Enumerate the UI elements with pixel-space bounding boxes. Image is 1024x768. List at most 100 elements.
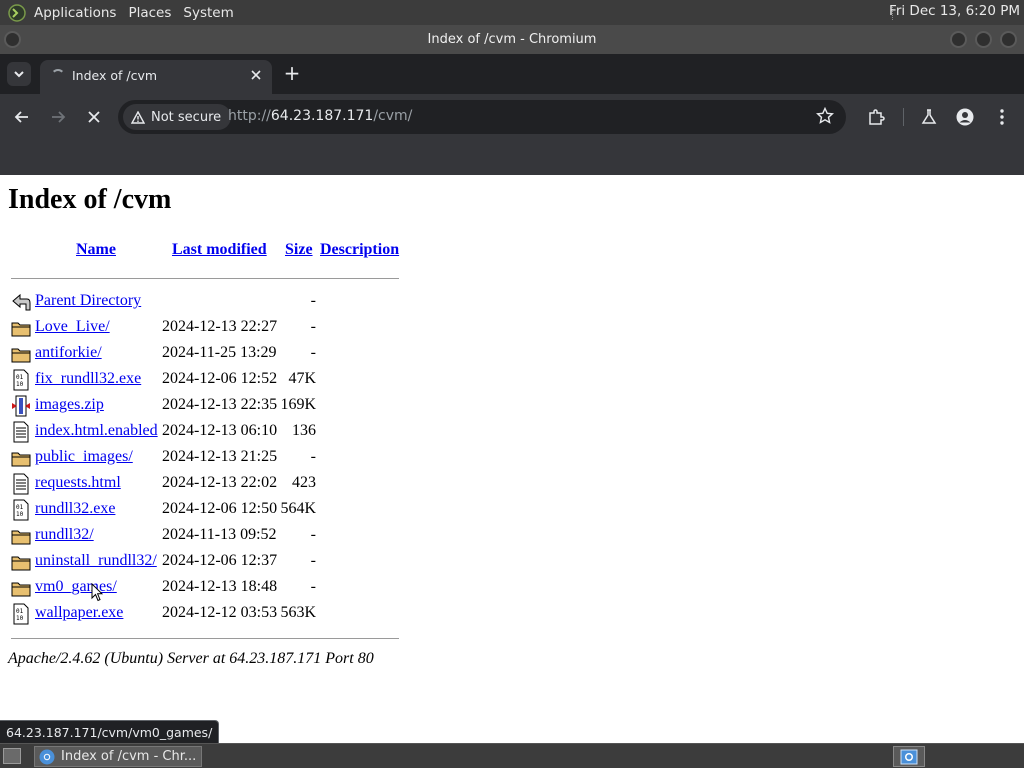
- window-menu-button[interactable]: [4, 31, 21, 48]
- file-size: -: [310, 578, 316, 595]
- svg-text:10: 10: [16, 381, 24, 388]
- chrome-menu-button[interactable]: [990, 105, 1014, 129]
- file-link[interactable]: images.zip: [35, 396, 104, 414]
- folder-icon: [11, 577, 31, 599]
- last-modified: 2024-12-12 03:53: [162, 604, 278, 621]
- labs-button[interactable]: [917, 105, 941, 129]
- mouse-cursor-icon: [91, 583, 103, 602]
- avatar-icon: [956, 108, 974, 126]
- tab-search-button[interactable]: [7, 62, 31, 86]
- tray-chromium-button[interactable]: [893, 746, 925, 767]
- list-item: Love_Live/2024-12-13 22:27 -: [8, 315, 408, 341]
- server-signature: Apache/2.4.62 (Ubuntu) Server at 64.23.1…: [8, 650, 374, 667]
- file-link[interactable]: public_images/: [35, 448, 133, 466]
- last-modified: 2024-12-13 22:27: [162, 318, 278, 335]
- list-item: 01 10 wallpaper.exe 2024-12-12 03:53 563K: [8, 601, 408, 627]
- close-icon: [88, 111, 100, 123]
- list-item: images.zip 2024-12-13 22:35 169K: [8, 393, 408, 419]
- chromium-tray-icon: [900, 749, 918, 764]
- tab-title: Index of /cvm: [72, 68, 158, 83]
- list-item: 01 10 rundll32.exe 2024-12-06 12:50 564K: [8, 497, 408, 523]
- minimize-button[interactable]: [950, 31, 967, 48]
- show-desktop-button[interactable]: [3, 748, 21, 764]
- page-title: Index of /cvm: [8, 184, 172, 215]
- archive-icon: [11, 395, 31, 417]
- back-button[interactable]: [10, 105, 34, 129]
- list-item: vm0_games/2024-12-13 18:48 -: [8, 575, 408, 601]
- file-link[interactable]: fix_rundll32.exe: [35, 370, 141, 388]
- toolbar-separator: [903, 108, 904, 126]
- column-size-header[interactable]: Size: [285, 241, 313, 259]
- forward-button[interactable]: [46, 105, 70, 129]
- file-link[interactable]: antiforkie/: [35, 344, 102, 362]
- page-content: Index of /cvm Name Last modified Size De…: [0, 175, 1024, 743]
- footer-divider: [11, 638, 399, 639]
- list-item: public_images/2024-12-13 21:25 -: [8, 445, 408, 471]
- file-link[interactable]: Parent Directory: [35, 292, 141, 310]
- warning-triangle-icon: [131, 110, 145, 124]
- profile-button[interactable]: [953, 105, 977, 129]
- column-description-header[interactable]: Description: [320, 241, 399, 259]
- text-file-icon: [11, 421, 31, 443]
- back-icon: [11, 291, 31, 313]
- url-host: 64.23.187.171: [270, 108, 374, 124]
- list-item: Parent Directory -: [8, 289, 408, 315]
- file-size: 169K: [280, 396, 316, 413]
- file-link[interactable]: index.html.enabled: [35, 422, 158, 440]
- arrow-right-icon: [52, 111, 66, 123]
- loading-spinner-icon: [51, 69, 65, 83]
- last-modified: 2024-12-13 22:35: [162, 396, 278, 413]
- binary-icon: 01 10: [11, 499, 31, 521]
- bookmarks-bar: [0, 140, 1024, 175]
- last-modified: 2024-12-06 12:37: [162, 552, 278, 569]
- new-tab-button[interactable]: +: [282, 63, 302, 84]
- file-size: 47K: [288, 370, 316, 387]
- file-size: -: [310, 318, 316, 335]
- bottom-taskbar: Index of /cvm - Chr...: [0, 743, 1024, 768]
- close-tab-icon[interactable]: [248, 67, 264, 83]
- menu-system[interactable]: System: [183, 5, 241, 21]
- list-item: index.html.enabled 2024-12-13 06:10 136: [8, 419, 408, 445]
- folder-icon: [11, 525, 31, 547]
- last-modified: 2024-12-13 06:10: [162, 422, 278, 439]
- address-bar[interactable]: Not secure http://64.23.187.171/cvm/: [118, 100, 846, 134]
- menu-places[interactable]: Places: [128, 5, 179, 21]
- file-link[interactable]: wallpaper.exe: [35, 604, 123, 622]
- clock[interactable]: Fri Dec 13, 6:20 PM: [889, 3, 1020, 19]
- last-modified: 2024-11-25 13:29: [162, 344, 277, 361]
- list-item: uninstall_rundll32/2024-12-06 12:37 -: [8, 549, 408, 575]
- security-chip[interactable]: Not secure: [123, 104, 232, 130]
- chromium-icon: [39, 749, 55, 764]
- svg-text:01: 01: [16, 608, 24, 615]
- file-link[interactable]: Love_Live/: [35, 318, 110, 336]
- file-link[interactable]: uninstall_rundll32/: [35, 552, 157, 570]
- maximize-button[interactable]: [975, 31, 992, 48]
- file-link[interactable]: vm0_games/: [35, 578, 117, 596]
- file-link[interactable]: rundll32.exe: [35, 500, 115, 518]
- taskbar-item-chromium[interactable]: Index of /cvm - Chr...: [34, 746, 202, 767]
- file-size: 136: [292, 422, 316, 439]
- distro-logo-icon[interactable]: [6, 3, 28, 23]
- url-text[interactable]: http://64.23.187.171/cvm/: [228, 108, 412, 124]
- last-modified: 2024-12-13 18:48: [162, 578, 278, 595]
- extensions-button[interactable]: [864, 105, 888, 129]
- bookmark-star-icon[interactable]: [815, 106, 836, 127]
- window-title-bar[interactable]: Index of /cvm - Chromium: [0, 25, 1024, 54]
- file-link[interactable]: rundll32/: [35, 526, 94, 544]
- tab-index-of-cvm[interactable]: Index of /cvm: [40, 60, 272, 94]
- binary-icon: 01 10: [11, 603, 31, 625]
- menu-applications[interactable]: Applications: [34, 5, 124, 21]
- file-size: 564K: [280, 500, 316, 517]
- chevron-down-icon: [14, 71, 24, 78]
- column-last-modified-header[interactable]: Last modified: [172, 241, 267, 259]
- last-modified: 2024-12-13 22:02: [162, 474, 278, 491]
- svg-text:10: 10: [16, 615, 24, 622]
- column-name-header[interactable]: Name: [76, 241, 116, 259]
- tray-area: [933, 746, 1021, 767]
- file-link[interactable]: requests.html: [35, 474, 121, 492]
- folder-icon: [11, 447, 31, 469]
- close-window-button[interactable]: [1000, 31, 1017, 48]
- stop-loading-button[interactable]: [82, 105, 106, 129]
- kebab-menu-icon: [1000, 109, 1004, 125]
- file-size: 423: [292, 474, 316, 491]
